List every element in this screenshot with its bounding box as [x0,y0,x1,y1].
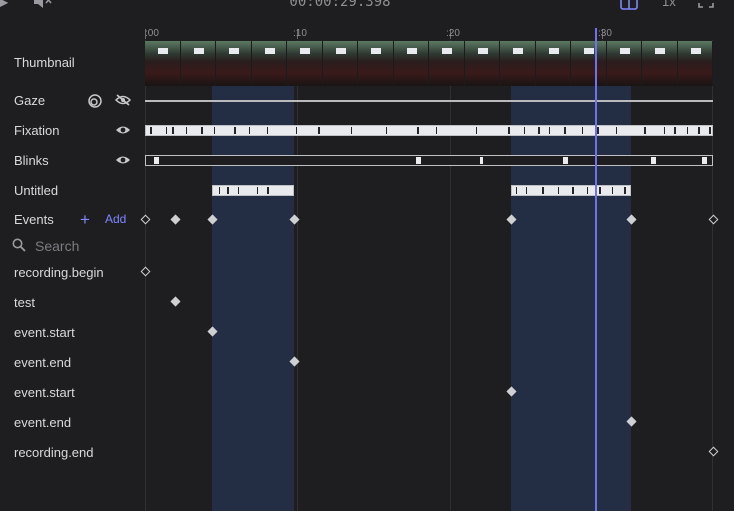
thumbnail-frame [358,41,394,86]
event-list-item[interactable]: event.end [14,415,71,430]
grid-line [712,40,713,511]
add-event-button[interactable]: Add [105,212,126,226]
event-list-item[interactable]: event.end [14,355,71,370]
thumbnail-frame [322,41,358,86]
timeline-track-area[interactable] [140,28,719,511]
plus-icon[interactable]: + [80,210,90,230]
circle-overlap-icon[interactable] [87,93,103,109]
thumbnail-frame [180,41,216,86]
event-segment[interactable] [511,85,631,511]
thumbnail-frame [287,41,323,86]
fixation-track-bar[interactable] [145,125,713,136]
blink-mark[interactable] [416,157,421,164]
thumbnail-frame [571,41,607,86]
thumbnail-strip[interactable] [145,41,713,86]
thumbnail-frame [251,41,287,86]
eye-off-icon[interactable] [115,94,131,106]
event-list-item[interactable]: recording.end [14,445,94,460]
fullscreen-icon[interactable] [698,0,714,8]
eye-icon[interactable] [115,154,131,166]
events-track-label: Events [14,212,54,227]
thumbnail-frame [145,41,181,86]
search-icon [12,238,26,252]
blink-mark[interactable] [563,157,568,164]
blink-mark[interactable] [480,157,483,164]
ruler-tick-label: :00 [145,28,159,39]
thumbnail-frame [464,41,500,86]
event-list-item[interactable]: event.start [14,385,75,400]
event-list-item[interactable]: recording.begin [14,265,104,280]
event-search-input[interactable] [35,236,140,256]
thumbnail-frame [606,41,642,86]
event-marker[interactable] [170,214,181,225]
thumbnail-frame [642,41,678,86]
gaze-track-line [145,100,713,102]
untitled-track-bar[interactable] [212,185,294,196]
split-view-icon[interactable] [620,0,638,10]
track-labels-panel: Thumbnail Gaze Fixation Blinks Untitled … [0,0,145,511]
thumbnail-track-label: Thumbnail [14,55,75,70]
blink-mark[interactable] [702,157,707,164]
gaze-track-label: Gaze [14,93,46,108]
ruler-tick-label: :30 [598,28,612,39]
blink-mark[interactable] [154,157,159,164]
event-marker-recording-end[interactable] [708,446,719,457]
thumbnail-frame [216,41,252,86]
playback-speed-button[interactable]: 1x [662,0,676,9]
thumbnail-frame [535,41,571,86]
thumbnail-frame [393,41,429,86]
ruler-tick-label: :10 [293,28,307,39]
event-list-item[interactable]: event.start [14,325,75,340]
ruler-tick-label: :20 [446,28,460,39]
event-list-item[interactable]: test [14,295,35,310]
event-segment[interactable] [212,85,294,511]
blink-mark[interactable] [651,157,656,164]
blinks-track-label: Blinks [14,153,49,168]
untitled-track-bar[interactable] [511,185,631,196]
untitled-track-label[interactable]: Untitled [14,183,58,198]
thumbnail-frame [429,41,465,86]
thumbnail-frame [500,41,536,86]
time-ruler[interactable]: :00 :10 :20 :30 [145,28,713,40]
eye-icon[interactable] [115,124,131,136]
fixation-track-label: Fixation [14,123,60,138]
playhead[interactable] [595,28,597,511]
grid-line [297,40,298,511]
event-marker[interactable] [708,214,719,225]
grid-line [450,40,451,511]
event-marker-test[interactable] [170,296,181,307]
blinks-track-bar[interactable] [145,155,713,166]
thumbnail-frame [677,41,713,86]
